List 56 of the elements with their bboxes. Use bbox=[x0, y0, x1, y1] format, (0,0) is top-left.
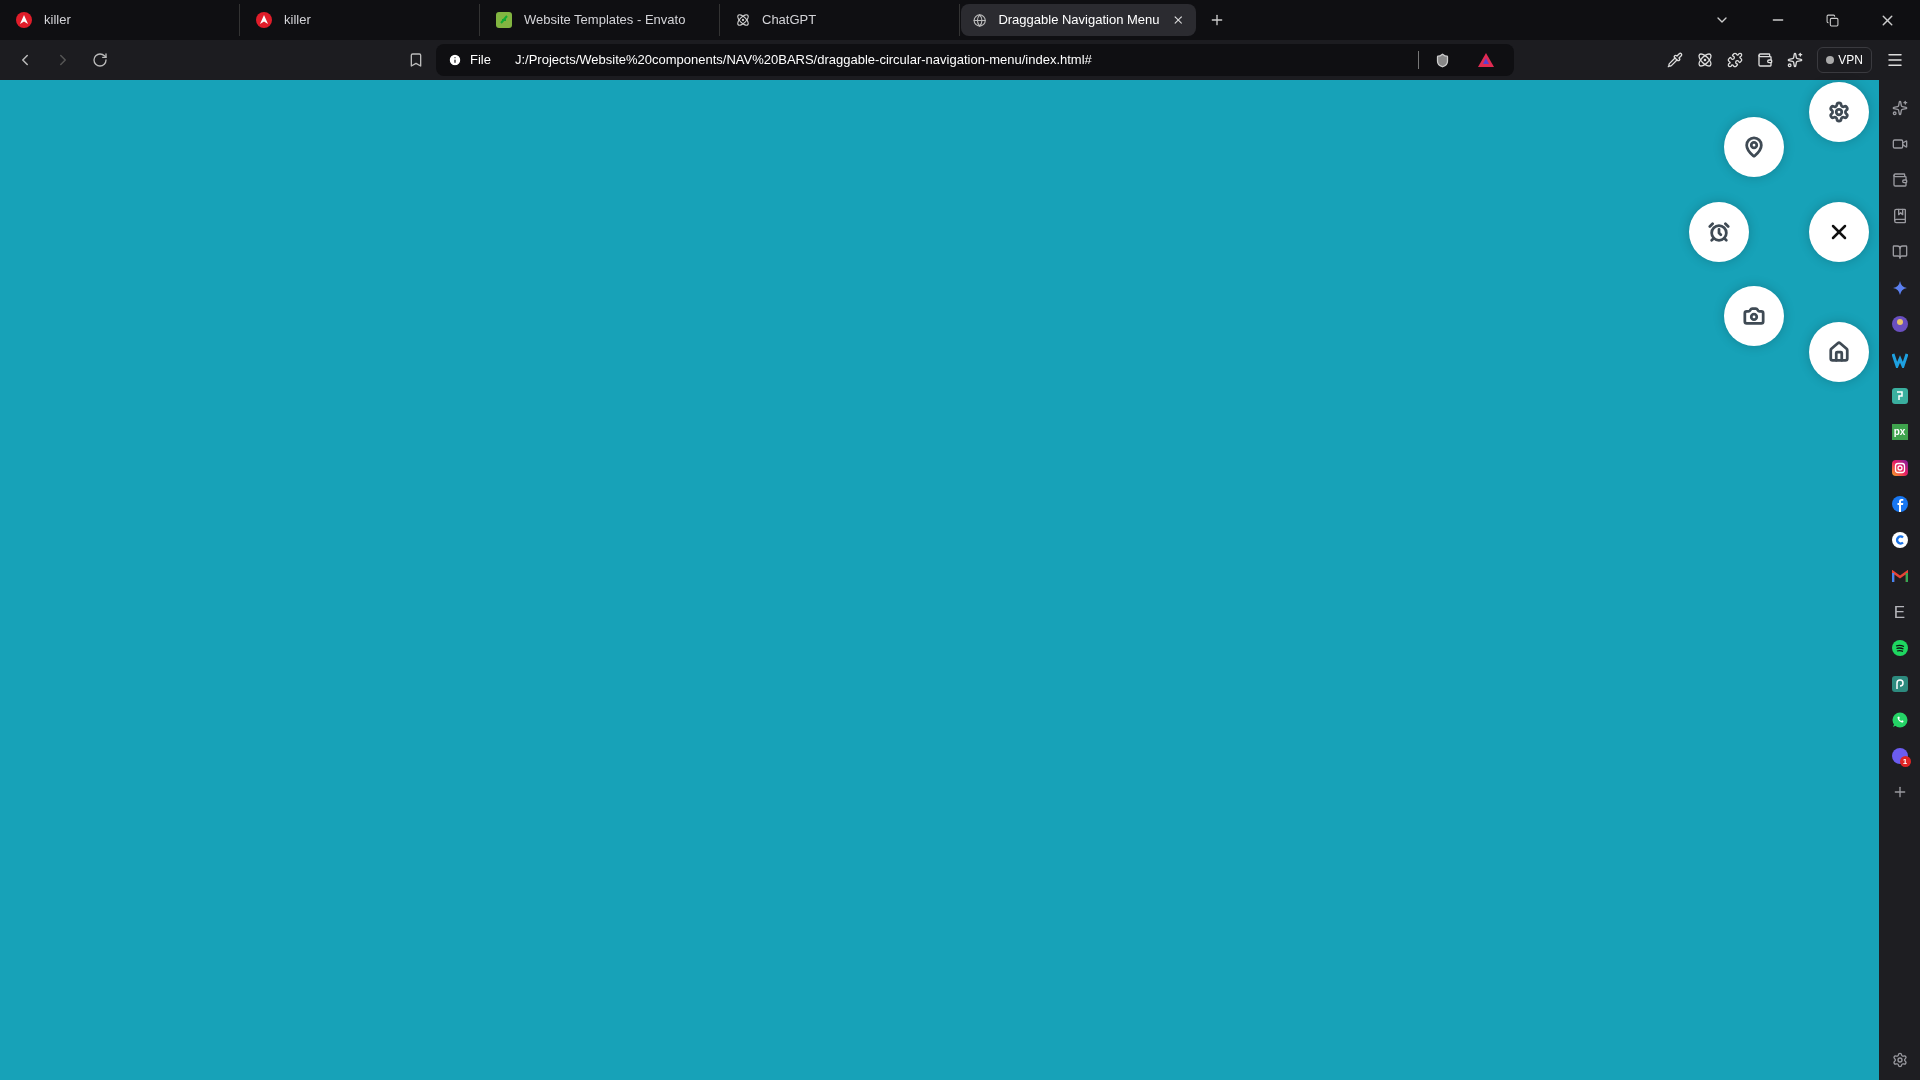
camera-logo-icon[interactable] bbox=[1891, 460, 1908, 476]
bookmark-icon[interactable] bbox=[408, 52, 424, 68]
tab-title: Website Templates - Envato bbox=[524, 11, 687, 30]
sparkle-icon[interactable] bbox=[1891, 100, 1908, 116]
w-logo-icon[interactable] bbox=[1891, 352, 1908, 368]
circular-menu-button[interactable] bbox=[1689, 202, 1749, 262]
open-book-icon[interactable] bbox=[1891, 244, 1908, 260]
circular-menu-button[interactable] bbox=[1809, 82, 1869, 142]
video-icon[interactable] bbox=[1891, 136, 1908, 152]
browser-tab[interactable]: ChatGPT bbox=[720, 4, 960, 36]
settings-icon[interactable] bbox=[1891, 1052, 1908, 1068]
notification-count: 1 bbox=[1899, 756, 1911, 767]
home-icon bbox=[1828, 341, 1850, 363]
menu-icon[interactable] bbox=[1886, 51, 1904, 69]
reload-icon[interactable] bbox=[92, 52, 108, 68]
vpn-button[interactable]: VPN bbox=[1817, 47, 1872, 73]
settings-icon bbox=[1828, 101, 1850, 123]
tab-title: ChatGPT bbox=[762, 11, 818, 30]
circular-menu-button[interactable] bbox=[1724, 117, 1784, 177]
wallet-icon[interactable] bbox=[1757, 52, 1774, 68]
bookmark-book-icon[interactable] bbox=[1891, 208, 1908, 224]
restore-icon[interactable] bbox=[1826, 13, 1839, 27]
wallet-icon[interactable] bbox=[1891, 172, 1908, 188]
new-tab-icon[interactable] bbox=[1209, 12, 1225, 28]
browser-tab[interactable]: Draggable Navigation Menu bbox=[961, 4, 1196, 36]
info-icon[interactable] bbox=[448, 53, 462, 67]
sound-waves-logo-icon[interactable] bbox=[1891, 640, 1908, 656]
eyedropper-icon[interactable] bbox=[1667, 52, 1684, 68]
c-logo-icon[interactable] bbox=[1891, 532, 1908, 548]
extensions-icon[interactable] bbox=[1727, 52, 1744, 68]
tab-title: killer bbox=[44, 11, 72, 30]
browser-tab[interactable]: killer bbox=[240, 4, 480, 36]
four-point-star-icon[interactable] bbox=[1892, 281, 1907, 295]
url-text: J:/Projects/Website%20components/NAV%20BARS/draggable-circular-navigation-menu/index.html# bbox=[514, 51, 1092, 70]
phone-bubble-logo-icon[interactable] bbox=[1891, 712, 1908, 728]
tab-title: killer bbox=[284, 11, 312, 30]
address-bar[interactable]: File J:/Projects/Website%20components/NAV%20BARS/draggable-circular-navigation-menu/index.html# bbox=[436, 44, 1514, 76]
atom-icon[interactable] bbox=[1697, 52, 1714, 68]
alarm-clock-icon bbox=[1708, 221, 1730, 243]
f-logo-icon[interactable] bbox=[1891, 496, 1908, 512]
a-logo-icon bbox=[16, 12, 32, 28]
letter-logo[interactable]: E bbox=[1893, 603, 1906, 621]
a-logo-icon bbox=[256, 12, 272, 28]
browser-tab[interactable]: Website Templates - Envato bbox=[480, 4, 720, 36]
circular-menu-button[interactable] bbox=[1809, 322, 1869, 382]
envelope-logo-icon[interactable] bbox=[1891, 569, 1908, 583]
tab-title: Draggable Navigation Menu bbox=[998, 11, 1160, 30]
scheme-label: File bbox=[470, 51, 491, 70]
camera-icon bbox=[1743, 305, 1765, 327]
browser-tab[interactable]: killer bbox=[0, 4, 240, 36]
triangle-logo-icon[interactable] bbox=[1478, 53, 1494, 67]
avatar-icon[interactable] bbox=[1891, 316, 1908, 332]
circular-menu-button[interactable] bbox=[1724, 286, 1784, 346]
circular-menu-button[interactable] bbox=[1809, 202, 1869, 262]
map-pin-icon bbox=[1743, 136, 1765, 158]
globe-icon bbox=[973, 12, 987, 28]
